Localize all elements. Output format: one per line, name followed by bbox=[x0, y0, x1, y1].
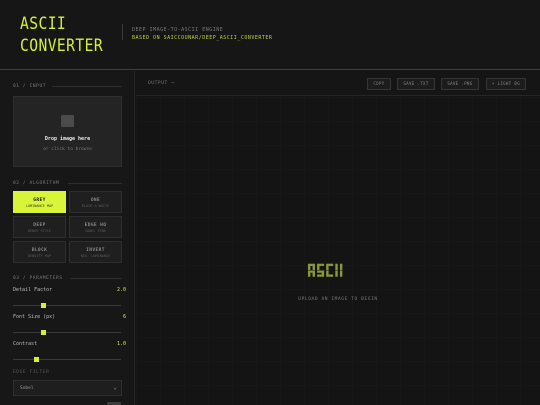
algorithm-desc: SOBEL FINE bbox=[84, 229, 107, 233]
dropzone-title: Drop image here bbox=[44, 136, 91, 142]
image-dropzone[interactable]: Drop image here or click to browse bbox=[13, 96, 122, 167]
save-txt-button[interactable]: SAVE .TXT bbox=[397, 78, 435, 90]
section-divider bbox=[70, 278, 122, 279]
output-toolbar bbox=[136, 71, 540, 96]
save-png-button[interactable]: SAVE .PNG bbox=[441, 78, 479, 90]
edge-filter-select[interactable]: Sobel ⌄ bbox=[13, 380, 122, 396]
algorithm-grey-button[interactable]: GREY LUMINANCE MAP bbox=[13, 191, 66, 213]
contrast-slider-thumb[interactable] bbox=[34, 357, 40, 362]
contrast-value: 1.0 bbox=[116, 341, 126, 347]
section-title-parameters: 03 / PARAMETERS bbox=[13, 276, 63, 281]
empty-state-message: UPLOAD AN IMAGE TO BEGIN bbox=[298, 297, 378, 302]
algorithm-name: DEEP bbox=[33, 223, 46, 228]
font-size-slider-thumb[interactable] bbox=[40, 330, 46, 335]
copy-button[interactable]: COPY bbox=[367, 78, 391, 90]
font-size-label: Font Size (px) bbox=[13, 314, 56, 320]
image-icon bbox=[61, 115, 74, 127]
detail-factor-value: 2.0 bbox=[116, 287, 126, 293]
font-size-value: 6 bbox=[122, 314, 126, 320]
section-title-algorithm: 02 / ALGORITHM bbox=[13, 181, 60, 186]
dropzone-subtitle: or click to browse bbox=[43, 147, 92, 152]
header-divider bbox=[122, 24, 123, 40]
tagline-line-1: DEEP IMAGE-TO-ASCII ENGINE bbox=[132, 27, 224, 33]
detail-factor-slider-thumb[interactable] bbox=[40, 303, 46, 308]
algorithm-desc: DENSE STYLE bbox=[27, 229, 52, 233]
app-logo: ASCII CONVERTER bbox=[20, 13, 103, 57]
font-size-slider[interactable] bbox=[13, 332, 121, 333]
algorithm-invert-button[interactable]: INVERT NEG. LUMINANCE bbox=[69, 241, 122, 263]
chevron-down-icon: ⌄ bbox=[113, 384, 117, 391]
algorithm-name: EDGE HQ bbox=[84, 223, 107, 228]
section-title-input: 01 / INPUT bbox=[13, 84, 47, 89]
algorithm-desc: DENSITY MAP bbox=[27, 254, 52, 258]
logo-line-1: ASCII bbox=[20, 14, 67, 34]
algorithm-deep-button[interactable]: DEEP DENSE STYLE bbox=[13, 216, 66, 238]
contrast-label: Contrast bbox=[13, 341, 38, 347]
detail-factor-label: Detail Factor bbox=[13, 287, 53, 293]
logo-line-2: CONVERTER bbox=[20, 36, 104, 56]
detail-factor-slider[interactable] bbox=[13, 305, 121, 306]
algorithm-name: BLOCK bbox=[31, 248, 48, 253]
app-tagline: DEEP IMAGE-TO-ASCII ENGINE BASED ON SAIC… bbox=[132, 26, 272, 42]
output-label: OUTPUT → bbox=[148, 81, 175, 86]
edge-filter-label: EDGE FILTER bbox=[13, 370, 50, 375]
algorithm-name: ONE bbox=[90, 198, 101, 203]
algorithm-name: GREY bbox=[33, 198, 46, 203]
section-divider bbox=[52, 86, 122, 87]
algorithm-desc: LUMINANCE MAP bbox=[25, 204, 54, 208]
algorithm-name: INVERT bbox=[86, 248, 105, 253]
algorithm-desc: NEG. LUMINANCE bbox=[80, 254, 111, 258]
algorithm-edge-hq-button[interactable]: EDGE HQ SOBEL FINE bbox=[69, 216, 122, 238]
tagline-line-2: BASED ON SAICCOUNAR/DEEP_ASCII_CONVERTER bbox=[132, 35, 273, 41]
edge-filter-value: Sobel bbox=[20, 386, 34, 391]
section-divider bbox=[68, 183, 122, 184]
algorithm-one-button[interactable]: ONE BLACK & WHITE bbox=[69, 191, 122, 213]
algorithm-block-button[interactable]: BLOCK DENSITY MAP bbox=[13, 241, 66, 263]
contrast-slider[interactable] bbox=[13, 359, 121, 360]
output-canvas bbox=[136, 97, 540, 405]
ascii-placeholder-art: ▄▄▄ ▄▄▄ ▄▄▄ ▄ ▄ █ █ █ █ █ █ █▀█ ▀▀█ █ █ … bbox=[308, 261, 343, 279]
light-bg-toggle-button[interactable]: ☀ LIGHT BG bbox=[486, 78, 526, 90]
algorithm-desc: BLACK & WHITE bbox=[81, 204, 110, 208]
app-header: ASCII CONVERTER DEEP IMAGE-TO-ASCII ENGI… bbox=[0, 0, 540, 70]
